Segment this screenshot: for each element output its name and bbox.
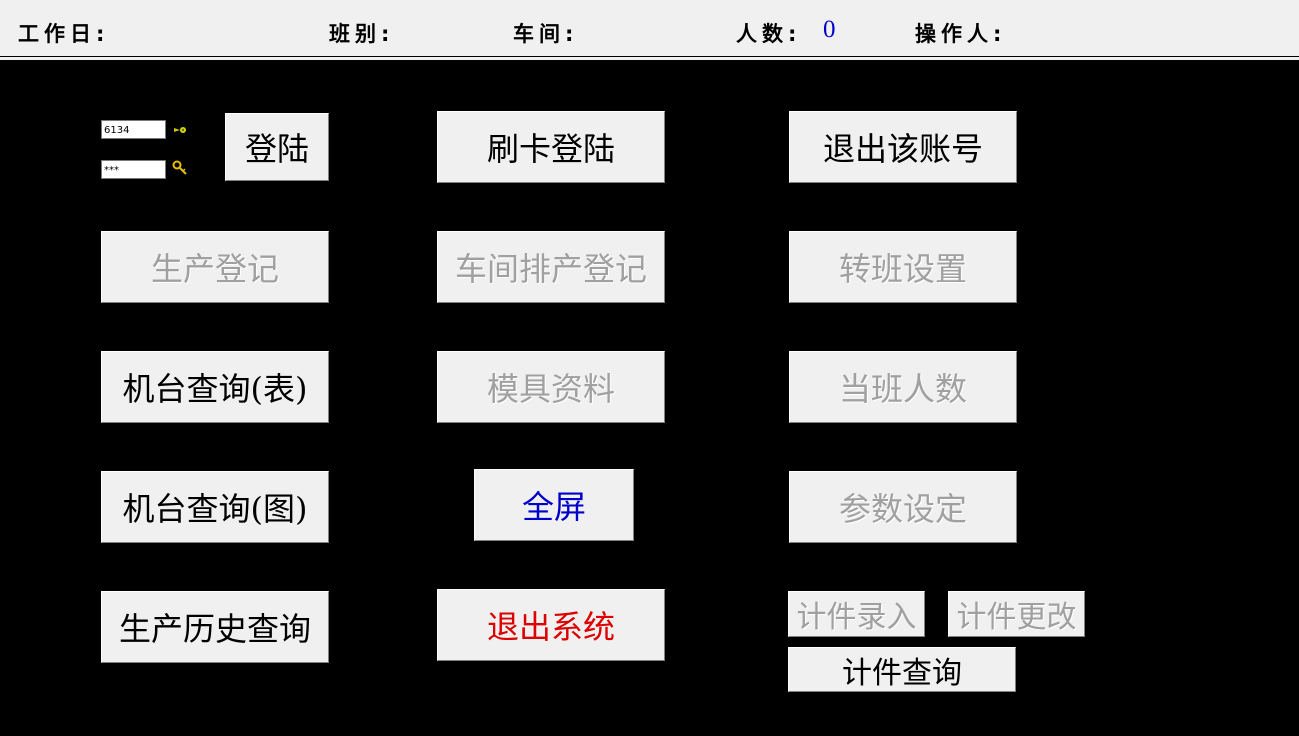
header-divider (0, 56, 1299, 60)
piecework-change-button[interactable]: 计件更改 (948, 591, 1085, 637)
password-input[interactable] (101, 160, 166, 179)
headcount-label: 人数: (736, 22, 802, 46)
exit-system-button[interactable]: 退出系统 (437, 589, 665, 661)
parameter-settings-button[interactable]: 参数设定 (789, 471, 1017, 543)
workshop-schedule-register-button[interactable]: 车间排产登记 (437, 231, 665, 303)
status-header: 工作日: 班别: 车间: 人数: 0 操作人: (0, 0, 1299, 56)
piecework-entry-button[interactable]: 计件录入 (788, 591, 925, 637)
user-pointer-icon (172, 122, 188, 138)
logout-account-button[interactable]: 退出该账号 (789, 111, 1017, 183)
machine-query-table-button[interactable]: 机台查询(表) (101, 351, 329, 423)
operator-label: 操作人: (915, 22, 1007, 46)
key-icon (172, 160, 188, 176)
card-login-button[interactable]: 刷卡登陆 (437, 111, 665, 183)
full-screen-button[interactable]: 全屏 (474, 469, 634, 541)
shift-transfer-settings-button[interactable]: 转班设置 (789, 231, 1017, 303)
login-button[interactable]: 登陆 (225, 113, 329, 181)
machine-query-chart-button[interactable]: 机台查询(图) (101, 471, 329, 543)
production-history-query-button[interactable]: 生产历史查询 (101, 591, 329, 663)
workshop-label: 车间: (513, 22, 579, 46)
piecework-query-button[interactable]: 计件查询 (788, 647, 1016, 692)
headcount-value: 0 (823, 16, 836, 43)
shift-label: 班别: (329, 22, 395, 46)
current-shift-headcount-button[interactable]: 当班人数 (789, 351, 1017, 423)
username-input[interactable] (101, 120, 166, 139)
workday-label: 工作日: (18, 22, 110, 46)
production-register-button[interactable]: 生产登记 (101, 231, 329, 303)
mold-data-button[interactable]: 模具资料 (437, 351, 665, 423)
